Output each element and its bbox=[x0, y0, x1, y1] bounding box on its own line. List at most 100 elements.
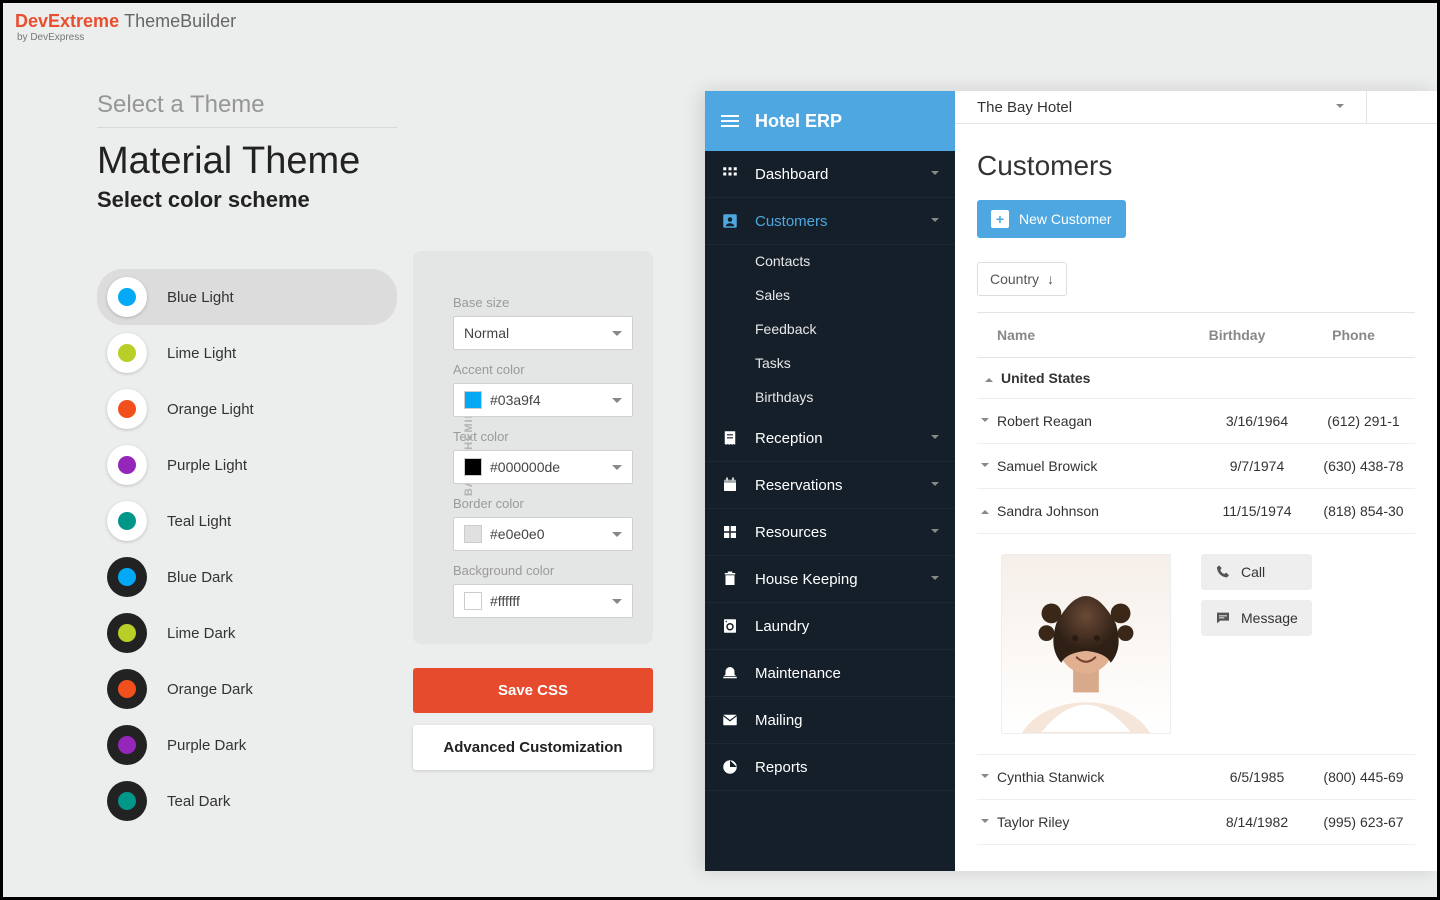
cell-phone: (800) 445-69 bbox=[1312, 769, 1415, 785]
nav-item-reception[interactable]: Reception bbox=[705, 415, 955, 462]
scheme-orange-dark[interactable]: Orange Dark bbox=[97, 661, 397, 717]
call-button[interactable]: Call bbox=[1201, 554, 1312, 590]
hotel-select[interactable]: The Bay Hotel bbox=[955, 91, 1367, 123]
nav-sub-birthdays[interactable]: Birthdays bbox=[705, 381, 955, 415]
cell-birthday: 11/15/1974 bbox=[1202, 503, 1312, 519]
col-phone[interactable]: Phone bbox=[1292, 327, 1415, 343]
scheme-teal-dark[interactable]: Teal Dark bbox=[97, 773, 397, 829]
scheme-label: Teal Dark bbox=[167, 793, 230, 810]
detail-actions: Call Message bbox=[1201, 554, 1312, 734]
scheme-ring bbox=[107, 389, 147, 429]
nav-sub-tasks[interactable]: Tasks bbox=[705, 347, 955, 381]
customers-grid: Name Birthday Phone United States Robert… bbox=[977, 312, 1415, 845]
nav-label: Reservations bbox=[755, 477, 843, 494]
nav-item-house-keeping[interactable]: House Keeping bbox=[705, 556, 955, 603]
breadcrumb[interactable]: Select a Theme bbox=[97, 91, 397, 119]
advanced-customization-button[interactable]: Advanced Customization bbox=[413, 725, 653, 770]
col-birthday[interactable]: Birthday bbox=[1182, 327, 1292, 343]
group-chip-country[interactable]: Country ↓ bbox=[977, 262, 1067, 296]
message-button[interactable]: Message bbox=[1201, 600, 1312, 636]
scheme-ring bbox=[107, 725, 147, 765]
scheme-teal-light[interactable]: Teal Light bbox=[97, 493, 397, 549]
preview-main: The Bay Hotel Customers + New Customer C… bbox=[955, 91, 1437, 871]
border-color-label: Border color bbox=[453, 496, 633, 511]
nav-sub-feedback[interactable]: Feedback bbox=[705, 313, 955, 347]
save-css-button[interactable]: Save CSS bbox=[413, 668, 653, 713]
cell-birthday: 9/7/1974 bbox=[1202, 458, 1312, 474]
nav-item-resources[interactable]: Resources bbox=[705, 509, 955, 556]
chevron-down-icon bbox=[981, 772, 989, 782]
scheme-ring bbox=[107, 613, 147, 653]
nav-sub-contacts[interactable]: Contacts bbox=[705, 245, 955, 279]
mail-icon bbox=[721, 711, 739, 729]
pie-icon bbox=[721, 758, 739, 776]
scheme-purple-light[interactable]: Purple Light bbox=[97, 437, 397, 493]
table-row[interactable]: Robert Reagan3/16/1964(612) 291-1 bbox=[977, 399, 1415, 444]
scheme-dot bbox=[118, 680, 136, 698]
nav-label: Resources bbox=[755, 524, 827, 541]
base-size-select[interactable]: Normal bbox=[453, 316, 633, 350]
scheme-dot bbox=[118, 344, 136, 362]
trash-icon bbox=[721, 570, 739, 588]
cell-phone: (630) 438-78 bbox=[1312, 458, 1415, 474]
nav-item-reservations[interactable]: Reservations bbox=[705, 462, 955, 509]
nav-label: Mailing bbox=[755, 712, 803, 729]
group-row-us[interactable]: United States bbox=[977, 358, 1415, 399]
scheme-label: Blue Dark bbox=[167, 569, 233, 586]
bell-icon bbox=[721, 664, 739, 682]
color-scheme-list: Blue Light Lime Light Orange Light Purple L… bbox=[97, 269, 397, 829]
divider bbox=[97, 127, 397, 128]
scheme-lime-light[interactable]: Lime Light bbox=[97, 325, 397, 381]
table-row[interactable]: Cynthia Stanwick6/5/1985(800) 445-69 bbox=[977, 755, 1415, 800]
phone-icon bbox=[1215, 564, 1231, 580]
person-box-icon bbox=[721, 212, 739, 230]
scheme-lime-dark[interactable]: Lime Dark bbox=[97, 605, 397, 661]
preview-header: Hotel ERP bbox=[705, 91, 955, 151]
nav-item-reports[interactable]: Reports bbox=[705, 744, 955, 791]
scheme-dot bbox=[118, 400, 136, 418]
scheme-label: Purple Light bbox=[167, 457, 247, 474]
hamburger-icon[interactable] bbox=[721, 115, 739, 127]
logo-product: ThemeBuilder bbox=[124, 11, 236, 31]
nav-item-dashboard[interactable]: Dashboard bbox=[705, 151, 955, 198]
scheme-dot bbox=[118, 456, 136, 474]
col-name[interactable]: Name bbox=[977, 327, 1182, 343]
scheme-dot bbox=[118, 288, 136, 306]
accent-color-label: Accent color bbox=[453, 362, 633, 377]
cell-phone: (818) 854-30 bbox=[1312, 503, 1415, 519]
table-row[interactable]: Sandra Johnson11/15/1974(818) 854-30 bbox=[977, 489, 1415, 534]
text-color-picker[interactable]: #000000de bbox=[453, 450, 633, 484]
grid-icon bbox=[721, 523, 739, 541]
chevron-down-icon bbox=[931, 169, 939, 180]
table-row[interactable]: Samuel Browick9/7/1974(630) 438-78 bbox=[977, 444, 1415, 489]
scheme-dot bbox=[118, 568, 136, 586]
chevron-down-icon bbox=[931, 480, 939, 491]
nav-item-mailing[interactable]: Mailing bbox=[705, 697, 955, 744]
accent-color-picker[interactable]: #03a9f4 bbox=[453, 383, 633, 417]
calendar-icon bbox=[721, 476, 739, 494]
customer-photo bbox=[1001, 554, 1171, 734]
chevron-down-icon bbox=[931, 574, 939, 585]
new-customer-button[interactable]: + New Customer bbox=[977, 200, 1126, 238]
nav-item-maintenance[interactable]: Maintenance bbox=[705, 650, 955, 697]
table-row[interactable]: Taylor Riley8/14/1982(995) 623-67 bbox=[977, 800, 1415, 845]
nav-sub-sales[interactable]: Sales bbox=[705, 279, 955, 313]
scheme-blue-light[interactable]: Blue Light bbox=[97, 269, 397, 325]
preview-app-title: Hotel ERP bbox=[755, 111, 842, 132]
scheme-label: Orange Dark bbox=[167, 681, 253, 698]
nav-item-customers[interactable]: Customers bbox=[705, 198, 955, 245]
header-spacer bbox=[1367, 91, 1437, 123]
border-color-picker[interactable]: #e0e0e0 bbox=[453, 517, 633, 551]
nav-item-laundry[interactable]: Laundry bbox=[705, 603, 955, 650]
scheme-label: Lime Light bbox=[167, 345, 236, 362]
nav-label: Dashboard bbox=[755, 166, 828, 183]
border-color-swatch bbox=[464, 525, 482, 543]
bg-color-picker[interactable]: #ffffff bbox=[453, 584, 633, 618]
scheme-purple-dark[interactable]: Purple Dark bbox=[97, 717, 397, 773]
scheme-blue-dark[interactable]: Blue Dark bbox=[97, 549, 397, 605]
scheme-orange-light[interactable]: Orange Light bbox=[97, 381, 397, 437]
cell-name: Robert Reagan bbox=[997, 413, 1202, 429]
cell-name: Taylor Riley bbox=[997, 814, 1202, 830]
chevron-up-icon bbox=[981, 506, 989, 514]
chevron-down-icon bbox=[981, 461, 989, 471]
